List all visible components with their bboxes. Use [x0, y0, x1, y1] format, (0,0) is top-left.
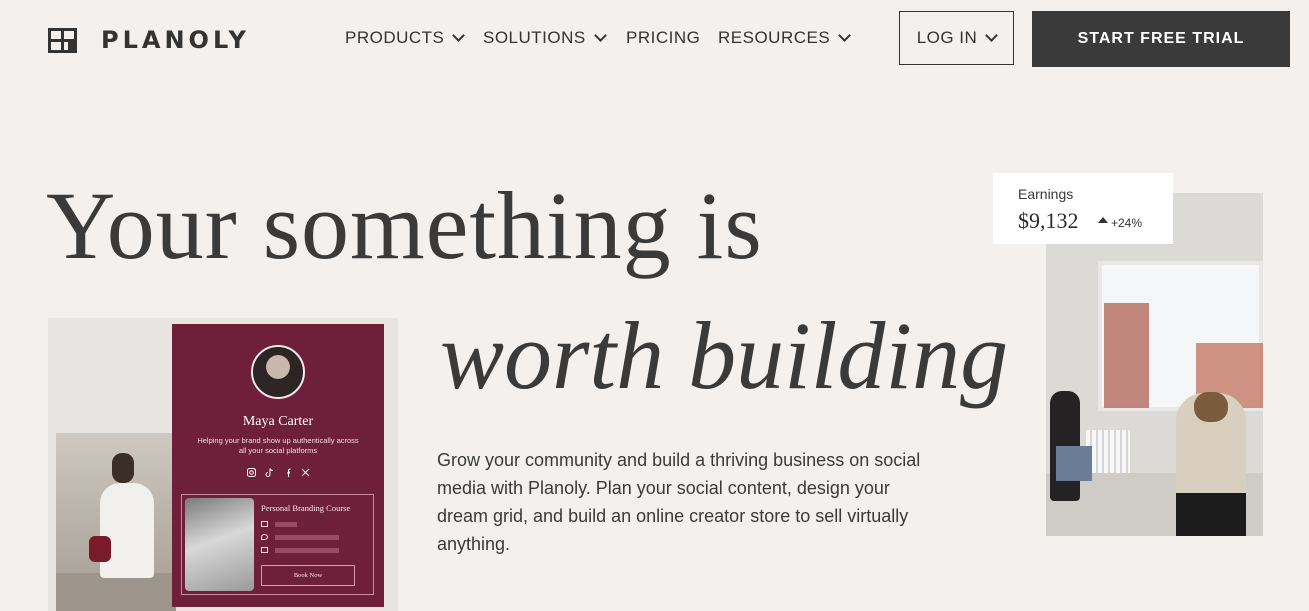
course-detail-row — [261, 547, 339, 553]
trend-up-icon — [1098, 217, 1108, 223]
nav-pricing[interactable]: PRICING — [626, 28, 700, 48]
nav-products-label: PRODUCTS — [345, 28, 445, 47]
hero-description: Grow your community and build a thriving… — [437, 450, 921, 554]
profile-bio: Helping your brand show up authentically… — [197, 436, 359, 455]
nav-solutions[interactable]: SOLUTIONS — [483, 28, 607, 48]
earnings-label: Earnings — [1018, 186, 1074, 202]
top-navigation: PLANOLY PRODUCTS SOLUTIONS PRICING RESOU… — [0, 0, 1309, 90]
creator-photo — [56, 433, 176, 611]
placeholder-bar — [275, 521, 297, 527]
course-title: Personal Branding Course — [261, 503, 351, 513]
photoshoot-photo — [1046, 193, 1263, 536]
nav-pricing-label: PRICING — [626, 28, 701, 47]
course-detail-row — [261, 534, 339, 540]
login-label: LOG IN — [916, 28, 978, 47]
avatar — [251, 345, 305, 399]
book-now-button[interactable]: Book Now — [261, 565, 355, 586]
building-shape — [1104, 303, 1149, 408]
person-shape — [100, 483, 154, 578]
start-free-trial-button[interactable]: START FREE TRIAL — [1032, 11, 1290, 67]
jeans-shape — [1056, 446, 1092, 481]
seated-person-shape — [1050, 391, 1092, 501]
earnings-change: +24% — [1111, 216, 1143, 230]
hero-headline-line2: worth building — [440, 302, 1009, 409]
tiktok-icon[interactable] — [265, 468, 274, 479]
brand-name: PLANOLY — [101, 26, 250, 54]
placeholder-bar — [275, 547, 339, 553]
nav-resources[interactable]: RESOURCES — [718, 28, 852, 48]
hero-headline-line1: Your something is — [46, 172, 763, 279]
facebook-icon[interactable] — [283, 468, 292, 479]
person-head-shape — [112, 453, 134, 483]
profile-name: Maya Carter — [242, 414, 314, 429]
course-detail-row — [261, 521, 297, 527]
handbag-shape — [89, 536, 111, 562]
login-button[interactable]: LOG IN — [899, 11, 1014, 65]
photographer-hair-shape — [1194, 392, 1228, 422]
card-icon — [261, 521, 268, 527]
social-links — [172, 468, 384, 479]
calendar-icon — [261, 547, 268, 553]
nav-products[interactable]: PRODUCTS — [345, 28, 466, 48]
nav-resources-label: RESOURCES — [718, 28, 831, 47]
photographer-legs-shape — [1176, 493, 1246, 536]
link-in-bio-card: Maya Carter Helping your brand show up a… — [172, 324, 384, 607]
x-icon[interactable] — [301, 468, 310, 479]
chevron-down-icon — [838, 28, 852, 42]
planoly-logo-icon — [48, 27, 77, 53]
chevron-down-icon — [593, 28, 607, 42]
phone-image — [185, 498, 254, 591]
planoly-logo[interactable]: PLANOLY — [48, 26, 250, 54]
instagram-icon[interactable] — [246, 468, 256, 479]
nav-solutions-label: SOLUTIONS — [483, 28, 586, 47]
earnings-value: $9,132 — [1018, 208, 1079, 233]
chevron-down-icon — [452, 28, 466, 42]
placeholder-bar — [275, 534, 339, 540]
course-card: Personal Branding Course Book Now — [181, 494, 374, 595]
sofa-shape — [56, 573, 176, 611]
earnings-widget: Earnings $9,132 +24% — [993, 173, 1173, 244]
location-icon — [261, 534, 268, 540]
radiator-shape — [1086, 430, 1130, 478]
chevron-down-icon — [985, 28, 999, 42]
